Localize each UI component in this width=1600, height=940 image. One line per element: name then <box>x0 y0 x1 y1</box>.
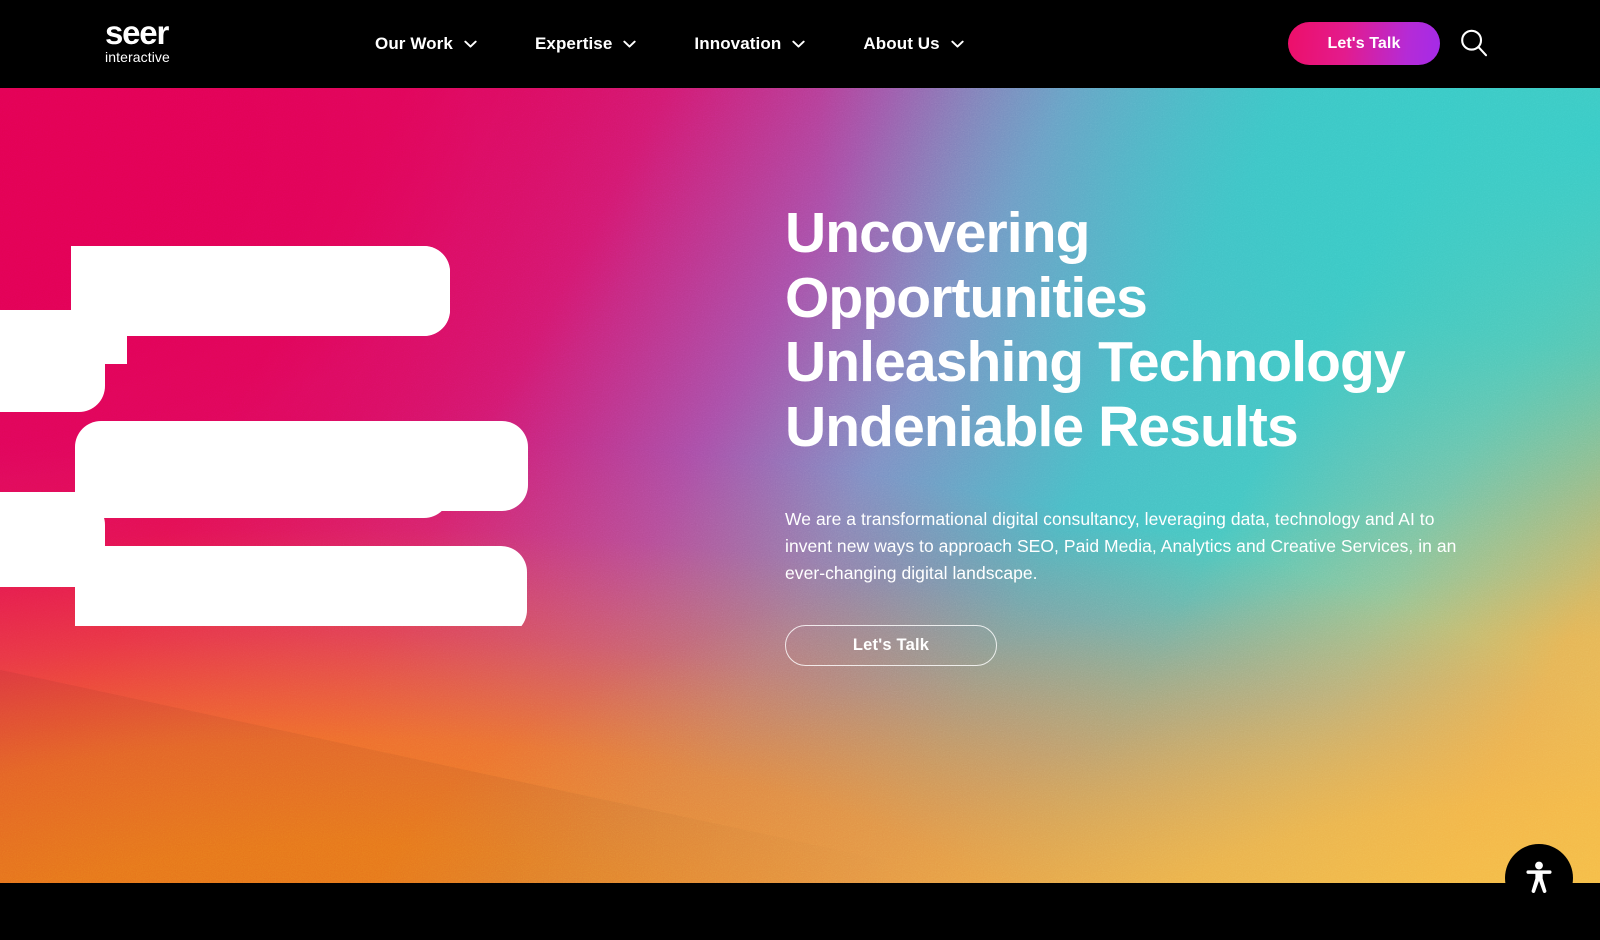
nav-item-innovation[interactable]: Innovation <box>694 34 806 54</box>
hero-content: Uncovering Opportunities Unleashing Tech… <box>785 201 1485 666</box>
nav-item-our-work[interactable]: Our Work <box>375 34 477 54</box>
chevron-down-icon <box>464 40 477 48</box>
main-navigation: Our Work Expertise Innovation About Us <box>375 0 1022 88</box>
site-logo[interactable]: seer interactive <box>105 16 170 64</box>
nav-item-label: Expertise <box>534 34 613 53</box>
chevron-down-icon <box>951 40 964 48</box>
chevron-down-icon <box>792 40 806 48</box>
accessibility-person-icon <box>1519 857 1559 900</box>
hero-lets-talk-button[interactable]: Let's Talk <box>785 624 997 666</box>
hero-body-text: We are a transformational digital consul… <box>785 508 1457 583</box>
nav-item-label: About Us <box>863 34 940 53</box>
search-icon <box>1458 27 1490 62</box>
headline-line-3: Unleashing Technology <box>785 330 1406 395</box>
nav-item-about-us[interactable]: About Us <box>863 34 964 54</box>
hero-section: Uncovering Opportunities Unleashing Tech… <box>0 88 1600 883</box>
headline-line-4: Undeniable Results <box>785 395 1299 460</box>
nav-item-expertise[interactable]: Expertise <box>534 34 637 54</box>
accessibility-widget-button[interactable] <box>1505 844 1573 912</box>
headline-line-2: Opportunities <box>785 265 1148 330</box>
nav-item-label: Our Work <box>375 34 453 53</box>
chevron-down-icon <box>623 40 637 48</box>
nav-item-label: Innovation <box>694 34 782 53</box>
footer-strip <box>0 883 1600 940</box>
logo-tagline: interactive <box>105 49 170 65</box>
header-lets-talk-button[interactable]: Let's Talk <box>1288 22 1440 65</box>
site-header: seer interactive Our Work Expertise Inno… <box>0 0 1600 88</box>
headline-line-1: Uncovering <box>785 201 1090 265</box>
search-button[interactable] <box>1454 24 1494 64</box>
hero-headline: Uncovering Opportunities Unleashing Tech… <box>785 201 1485 460</box>
logo-wordmark: seer <box>105 14 169 51</box>
